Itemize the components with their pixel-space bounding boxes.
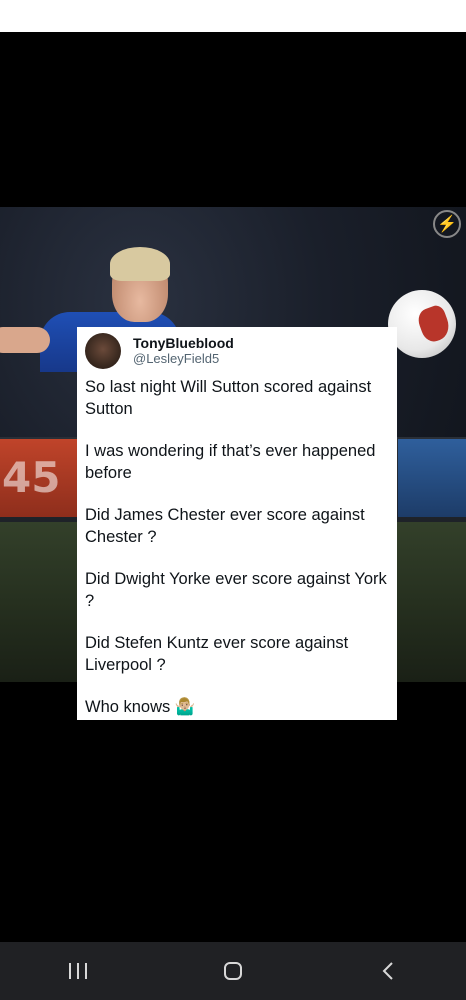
home-button[interactable] <box>203 942 263 1000</box>
ad-board-right <box>398 439 466 517</box>
tweet-paragraph: Did James Chester ever score against Che… <box>85 506 365 546</box>
back-button[interactable] <box>358 942 418 1000</box>
navigation-bar <box>0 942 466 1000</box>
home-icon <box>223 962 242 980</box>
recents-icon <box>68 963 87 979</box>
tweet-paragraph: So last night Will Sutton scored against… <box>85 378 372 418</box>
tweet-paragraph: Did Stefen Kuntz ever score against Live… <box>85 634 349 674</box>
tweet-author: TonyBlueblood @LesleyField5 <box>133 335 234 367</box>
recents-button[interactable] <box>48 942 108 1000</box>
status-bar <box>0 0 466 32</box>
player-arm <box>0 327 50 353</box>
player-hair <box>110 247 170 281</box>
tweet-paragraph: I was wondering if that’s ever happened … <box>85 442 376 482</box>
avatar <box>85 333 121 369</box>
tweet-card: TonyBlueblood @LesleyField5 So last nigh… <box>77 327 397 720</box>
tweet-paragraph: Did Dwight Yorke ever score against York… <box>85 570 387 610</box>
back-icon <box>382 962 394 980</box>
tweet-header: TonyBlueblood @LesleyField5 <box>85 331 389 371</box>
tweet-body: So last night Will Sutton scored against… <box>85 377 389 719</box>
tweet-paragraph: Who knows 🤷🏼‍♂️ <box>85 698 196 716</box>
display-name: TonyBlueblood <box>133 335 234 351</box>
watermark-badge-icon: ⚡ <box>433 210 461 238</box>
ad-board-text: 45 <box>2 453 61 502</box>
user-handle: @LesleyField5 <box>133 351 220 366</box>
